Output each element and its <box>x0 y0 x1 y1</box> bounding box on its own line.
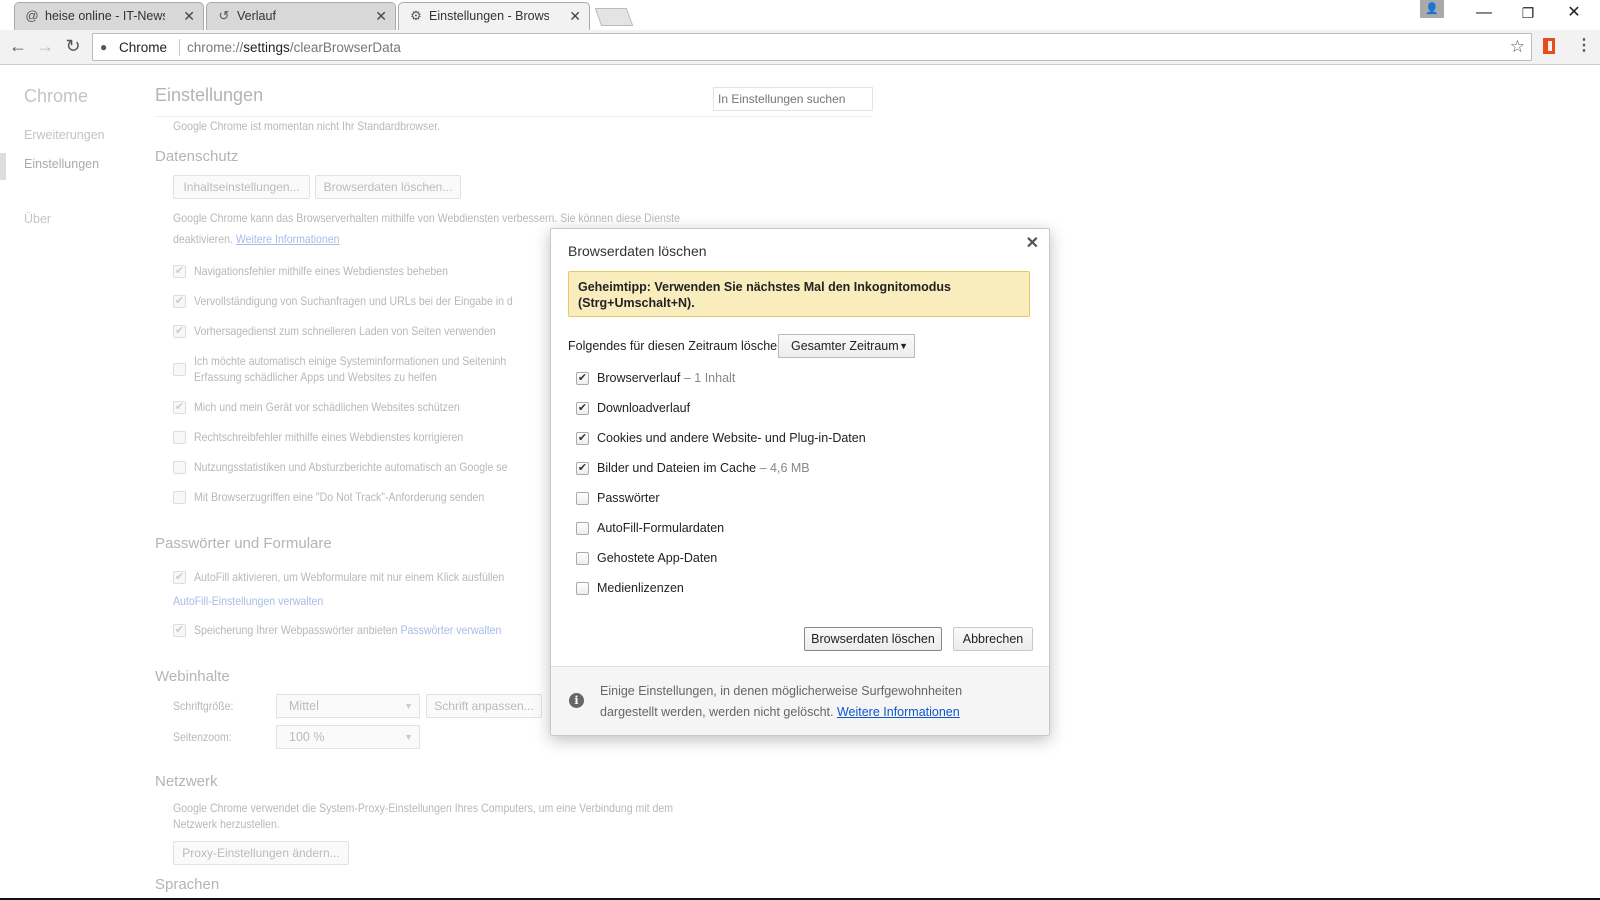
checkbox-autofill[interactable]: ✔ <box>173 571 186 584</box>
close-tab-icon[interactable]: ✕ <box>375 3 387 29</box>
reload-button[interactable]: ↻ <box>61 34 85 58</box>
section-heading-netzwerk: Netzwerk <box>155 773 218 790</box>
sidebar-item-ueber[interactable]: Über <box>24 212 51 226</box>
tab-heise[interactable]: @ heise online - IT-News, N ✕ <box>14 2 204 30</box>
checkbox-nav-errors[interactable]: ✔ <box>173 265 186 278</box>
restore-button[interactable]: ❐ <box>1506 0 1550 28</box>
office-extension-icon[interactable] <box>1543 38 1555 54</box>
sidebar-active-indicator <box>0 153 6 180</box>
checkbox-download-history[interactable]: ✔ <box>576 402 589 415</box>
checkbox-cache[interactable]: ✔ <box>576 462 589 475</box>
back-button[interactable]: ← <box>6 34 30 58</box>
section-heading-passwoerter: Passwörter und Formulare <box>155 535 332 552</box>
history-icon: ↺ <box>218 8 230 23</box>
checkbox-passwords[interactable] <box>576 492 589 505</box>
toolbar: ← → ↻ ● Chrome chrome://settings/clearBr… <box>0 30 1600 65</box>
dropdown-arrow-icon: ▼ <box>899 341 908 351</box>
font-size-select[interactable]: Mittel ▼ <box>276 694 420 718</box>
tab-strip: @ heise online - IT-News, N ✕ ↺ Verlauf … <box>0 0 1600 30</box>
checkbox-autofill-data[interactable] <box>576 522 589 535</box>
checkbox-spellcheck[interactable] <box>173 431 186 444</box>
sidebar-item-erweiterungen[interactable]: Erweiterungen <box>24 128 105 142</box>
sidebar-title: Chrome <box>24 86 89 106</box>
minimize-button[interactable]: — <box>1462 0 1506 28</box>
address-bar[interactable]: ● Chrome chrome://settings/clearBrowserD… <box>92 33 1532 61</box>
close-tab-icon[interactable]: ✕ <box>569 3 581 29</box>
incognito-tip: Geheimtipp: Verwenden Sie nächstes Mal d… <box>568 271 1030 317</box>
bookmark-star-icon[interactable]: ☆ <box>1510 37 1525 57</box>
close-tab-icon[interactable]: ✕ <box>183 3 195 29</box>
manage-passwords-link[interactable]: Passwörter verwalten <box>400 623 501 637</box>
checkbox-autocomplete[interactable]: ✔ <box>173 295 186 308</box>
dropdown-arrow-icon: ▼ <box>404 701 413 711</box>
checkbox-prediction[interactable]: ✔ <box>173 325 186 338</box>
checkbox-browsing-history[interactable]: ✔ <box>576 372 589 385</box>
page-title: Einstellungen <box>155 85 264 105</box>
time-period-select[interactable]: Gesamter Zeitraum ▼ <box>778 334 915 358</box>
close-window-button[interactable]: ✕ <box>1552 0 1596 28</box>
default-browser-text: Google Chrome ist momentan nicht Ihr Sta… <box>173 119 441 133</box>
checkbox-system-info[interactable] <box>173 363 186 376</box>
learn-more-link[interactable]: Weitere Informationen <box>236 232 340 246</box>
checkbox-usage-stats[interactable] <box>173 461 186 474</box>
chrome-page-icon: ● <box>100 40 108 54</box>
checkbox-cookies[interactable]: ✔ <box>576 432 589 445</box>
forward-button[interactable]: → <box>33 34 57 58</box>
content-settings-button[interactable]: Inhaltseinstellungen... <box>173 175 310 199</box>
confirm-clear-button[interactable]: Browserdaten löschen <box>804 627 942 651</box>
heise-icon: @ <box>25 8 39 23</box>
menu-icon[interactable]: ⋮ <box>1576 35 1592 55</box>
clear-browsing-data-button[interactable]: Browserdaten löschen... <box>315 175 461 199</box>
gear-icon: ⚙ <box>410 8 422 23</box>
omnibox-separator <box>179 39 180 56</box>
period-label: Folgendes für diesen Zeitraum löschen: <box>568 339 788 353</box>
info-icon: i <box>569 693 584 708</box>
settings-search-input[interactable] <box>713 87 873 111</box>
profile-icon[interactable]: 👤 <box>1420 0 1444 18</box>
page-zoom-select[interactable]: 100 % ▼ <box>276 725 420 749</box>
dropdown-arrow-icon: ▼ <box>404 732 413 742</box>
checkbox-safe-browsing[interactable]: ✔ <box>173 401 186 414</box>
dialog-footer: i Einige Einstellungen, in denen möglich… <box>551 666 1049 735</box>
autofill-settings-link[interactable]: AutoFill-Einstellungen verwalten <box>173 594 323 608</box>
section-heading-sprachen: Sprachen <box>155 876 220 893</box>
dialog-title: Browserdaten löschen <box>568 243 707 259</box>
new-tab-button[interactable] <box>594 8 634 26</box>
checkbox-do-not-track[interactable] <box>173 491 186 504</box>
url-text[interactable]: chrome://settings/clearBrowserData <box>187 40 401 55</box>
customize-fonts-button[interactable]: Schrift anpassen... <box>426 694 542 718</box>
close-icon[interactable]: ✕ <box>1026 233 1039 253</box>
tab-verlauf[interactable]: ↺ Verlauf ✕ <box>206 2 396 30</box>
header-divider <box>155 116 873 117</box>
checkbox-save-passwords[interactable]: ✔ <box>173 624 186 637</box>
cancel-button[interactable]: Abbrechen <box>953 627 1033 651</box>
sidebar-item-einstellungen[interactable]: Einstellungen <box>24 157 99 171</box>
section-heading-datenschutz: Datenschutz <box>155 148 239 165</box>
more-info-link[interactable]: Weitere Informationen <box>837 705 960 719</box>
tab-einstellungen[interactable]: ⚙ Einstellungen - Browserd ✕ <box>398 2 590 30</box>
checkbox-hosted-app-data[interactable] <box>576 552 589 565</box>
proxy-settings-button[interactable]: Proxy-Einstellungen ändern... <box>173 841 349 865</box>
clear-browsing-data-dialog: Browserdaten löschen ✕ Geheimtipp: Verwe… <box>550 228 1050 736</box>
checkbox-media-licenses[interactable] <box>576 582 589 595</box>
section-heading-webinhalte: Webinhalte <box>155 668 230 685</box>
